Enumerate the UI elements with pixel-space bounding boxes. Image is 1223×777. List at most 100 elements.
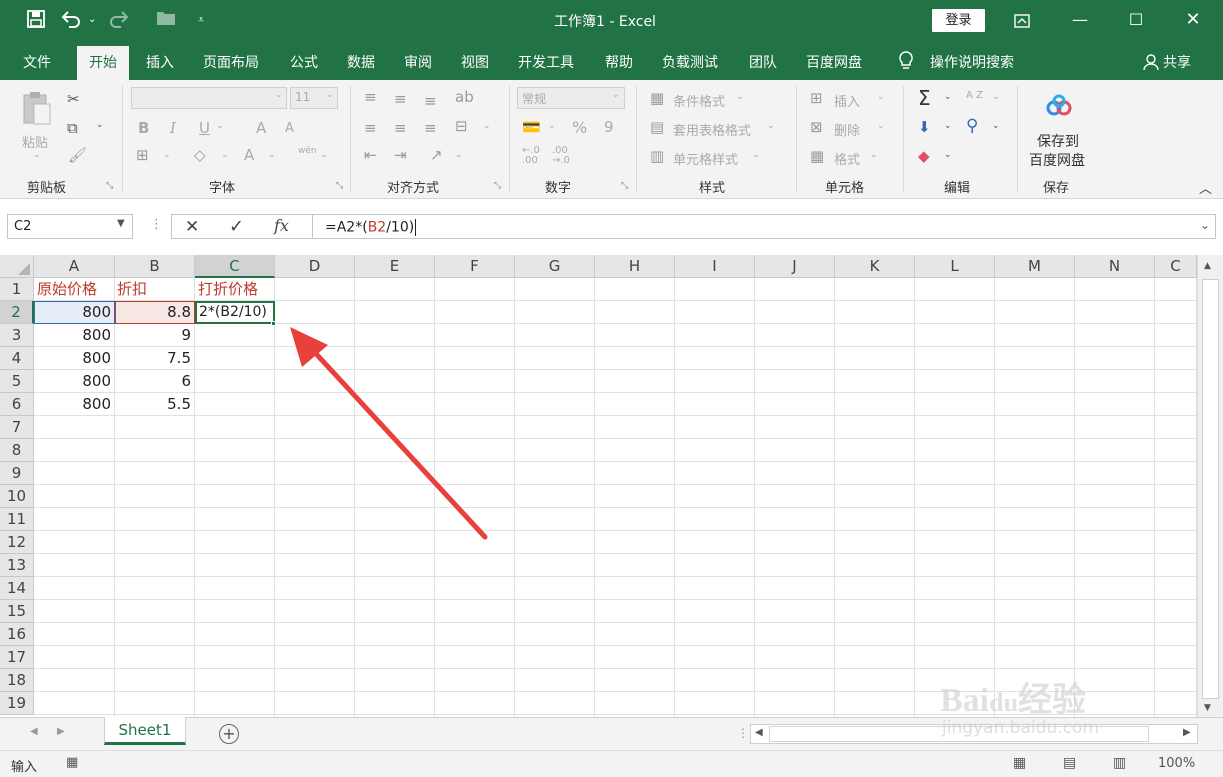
tab-file[interactable]: 文件	[23, 52, 51, 72]
confirm-entry-button[interactable]: ✓	[229, 216, 244, 237]
tell-me-search[interactable]: 操作说明搜索	[930, 52, 1014, 72]
cell-b5[interactable]: 6	[115, 370, 195, 393]
alignment-launcher-icon[interactable]: ⤡	[494, 181, 501, 191]
horizontal-scroll-thumb[interactable]	[769, 726, 1149, 742]
vertical-scroll-thumb[interactable]	[1202, 279, 1219, 699]
macro-record-icon[interactable]: ▦	[66, 755, 78, 770]
autosum-button[interactable]: Σ	[918, 86, 931, 110]
align-top-icon[interactable]: ≡	[364, 88, 377, 106]
row-header-8[interactable]: 8	[0, 439, 34, 462]
merge-center-icon[interactable]: ⊟	[455, 117, 468, 135]
number-format-dropdown[interactable]: 常规	[517, 87, 625, 109]
column-header-j[interactable]: J	[755, 255, 835, 278]
cell-b4[interactable]: 7.5	[115, 347, 195, 370]
cut-icon[interactable]: ✂	[67, 90, 80, 108]
tab-help[interactable]: 帮助	[605, 52, 633, 72]
conditional-format-dropdown-icon[interactable]: ⌄	[736, 92, 744, 102]
column-header-b[interactable]: B	[115, 255, 195, 278]
open-folder-icon[interactable]	[156, 9, 176, 33]
align-left-icon[interactable]: ≡	[364, 119, 377, 137]
copy-dropdown-icon[interactable]: ⌄	[96, 120, 104, 130]
fill-dropdown-icon[interactable]: ⌄	[944, 121, 952, 131]
baidu-netdisk-icon[interactable]	[1044, 94, 1074, 122]
scroll-right-icon[interactable]: ▶	[1183, 727, 1191, 738]
borders-dropdown-icon[interactable]: ⌄	[163, 150, 171, 160]
tabs-split-handle[interactable]: ⋮	[737, 726, 749, 740]
column-header-a[interactable]: A	[34, 255, 115, 278]
fill-down-icon[interactable]: ⬇	[918, 118, 931, 136]
accounting-dropdown-icon[interactable]: ⌄	[548, 121, 556, 131]
tab-data[interactable]: 数据	[347, 52, 375, 72]
align-middle-icon[interactable]: ≡	[394, 90, 407, 108]
accounting-format-icon[interactable]: 💳	[522, 118, 541, 136]
font-launcher-icon[interactable]: ⤡	[336, 181, 343, 191]
find-dropdown-icon[interactable]: ⌄	[992, 121, 1000, 131]
column-header-c[interactable]: C	[195, 255, 275, 278]
column-header-k[interactable]: K	[835, 255, 915, 278]
autosum-dropdown-icon[interactable]: ⌄	[944, 92, 952, 102]
tab-home[interactable]: 开始	[77, 46, 129, 80]
save-to-baidu-line2[interactable]: 百度网盘	[1029, 150, 1085, 170]
page-layout-view-icon[interactable]: ▤	[1063, 755, 1076, 771]
cell-styles-button[interactable]: 单元格样式	[673, 149, 738, 168]
delete-cells-button[interactable]: 删除	[834, 120, 860, 139]
cell-c1[interactable]: 打折价格	[198, 278, 258, 301]
column-header-g[interactable]: G	[515, 255, 595, 278]
fill-dropdown-icon[interactable]: ⌄	[221, 150, 229, 160]
row-header-14[interactable]: 14	[0, 577, 34, 600]
normal-view-icon[interactable]: ▦	[1013, 755, 1026, 771]
clear-icon[interactable]: ◆	[918, 147, 930, 165]
align-right-icon[interactable]: ≡	[424, 119, 437, 137]
cell-a4[interactable]: 800	[34, 347, 115, 370]
orientation-dropdown-icon[interactable]: ⌄	[455, 150, 463, 160]
tab-page-layout[interactable]: 页面布局	[203, 52, 259, 72]
row-header-15[interactable]: 15	[0, 600, 34, 623]
align-bottom-icon[interactable]: ≡	[424, 92, 437, 110]
insert-function-button[interactable]: fx	[274, 216, 289, 235]
merge-dropdown-icon[interactable]: ⌄	[483, 121, 491, 131]
row-header-7[interactable]: 7	[0, 416, 34, 439]
ribbon-display-options-icon[interactable]	[994, 0, 1050, 42]
undo-dropdown-icon[interactable]: ⌄	[88, 9, 96, 31]
formula-input[interactable]: =A2*(B2/10)	[312, 214, 1216, 239]
column-header-h[interactable]: H	[595, 255, 675, 278]
row-header-16[interactable]: 16	[0, 623, 34, 646]
column-header-m[interactable]: M	[995, 255, 1075, 278]
comma-button[interactable]: 9	[604, 118, 614, 136]
tab-load-test[interactable]: 负载测试	[662, 52, 718, 72]
row-header-19[interactable]: 19	[0, 692, 34, 715]
share-button[interactable]: 共享	[1163, 52, 1191, 72]
scroll-down-icon[interactable]: ▼	[1204, 703, 1211, 713]
conditional-format-button[interactable]: 条件格式	[673, 91, 725, 110]
cell-a3[interactable]: 800	[34, 324, 115, 347]
cell-styles-dropdown-icon[interactable]: ⌄	[752, 150, 760, 160]
row-header-1[interactable]: 1	[0, 278, 34, 301]
cell-a2[interactable]: 800	[34, 301, 115, 324]
font-name-dropdown[interactable]	[131, 87, 287, 109]
vertical-scrollbar[interactable]: ▲ ▼	[1197, 255, 1223, 717]
row-header-18[interactable]: 18	[0, 669, 34, 692]
horizontal-scrollbar[interactable]: ◀ ▶	[750, 724, 1198, 744]
next-sheet-icon[interactable]: ▶	[57, 726, 65, 737]
tab-insert[interactable]: 插入	[146, 52, 174, 72]
row-header-11[interactable]: 11	[0, 508, 34, 531]
prev-sheet-icon[interactable]: ◀	[30, 726, 38, 737]
cell-a1[interactable]: 原始价格	[37, 278, 97, 301]
name-box[interactable]: C2	[7, 214, 133, 239]
paste-icon[interactable]	[22, 90, 52, 130]
sort-filter-button[interactable]: A Z	[966, 90, 983, 101]
insert-cells-button[interactable]: 插入	[834, 91, 860, 110]
orientation-icon[interactable]: ↗	[430, 146, 443, 164]
scroll-left-icon[interactable]: ◀	[755, 727, 763, 738]
wrap-text-icon[interactable]: ab	[455, 88, 474, 106]
row-header-6[interactable]: 6	[0, 393, 34, 416]
number-launcher-icon[interactable]: ⤡	[621, 181, 628, 191]
row-header-17[interactable]: 17	[0, 646, 34, 669]
tab-review[interactable]: 审阅	[404, 52, 432, 72]
paste-label[interactable]: 粘贴	[22, 132, 48, 151]
collapse-ribbon-icon[interactable]: ︿	[1199, 178, 1212, 197]
column-header-c[interactable]: C	[1155, 255, 1197, 278]
row-header-10[interactable]: 10	[0, 485, 34, 508]
row-header-12[interactable]: 12	[0, 531, 34, 554]
save-icon[interactable]	[26, 9, 46, 35]
